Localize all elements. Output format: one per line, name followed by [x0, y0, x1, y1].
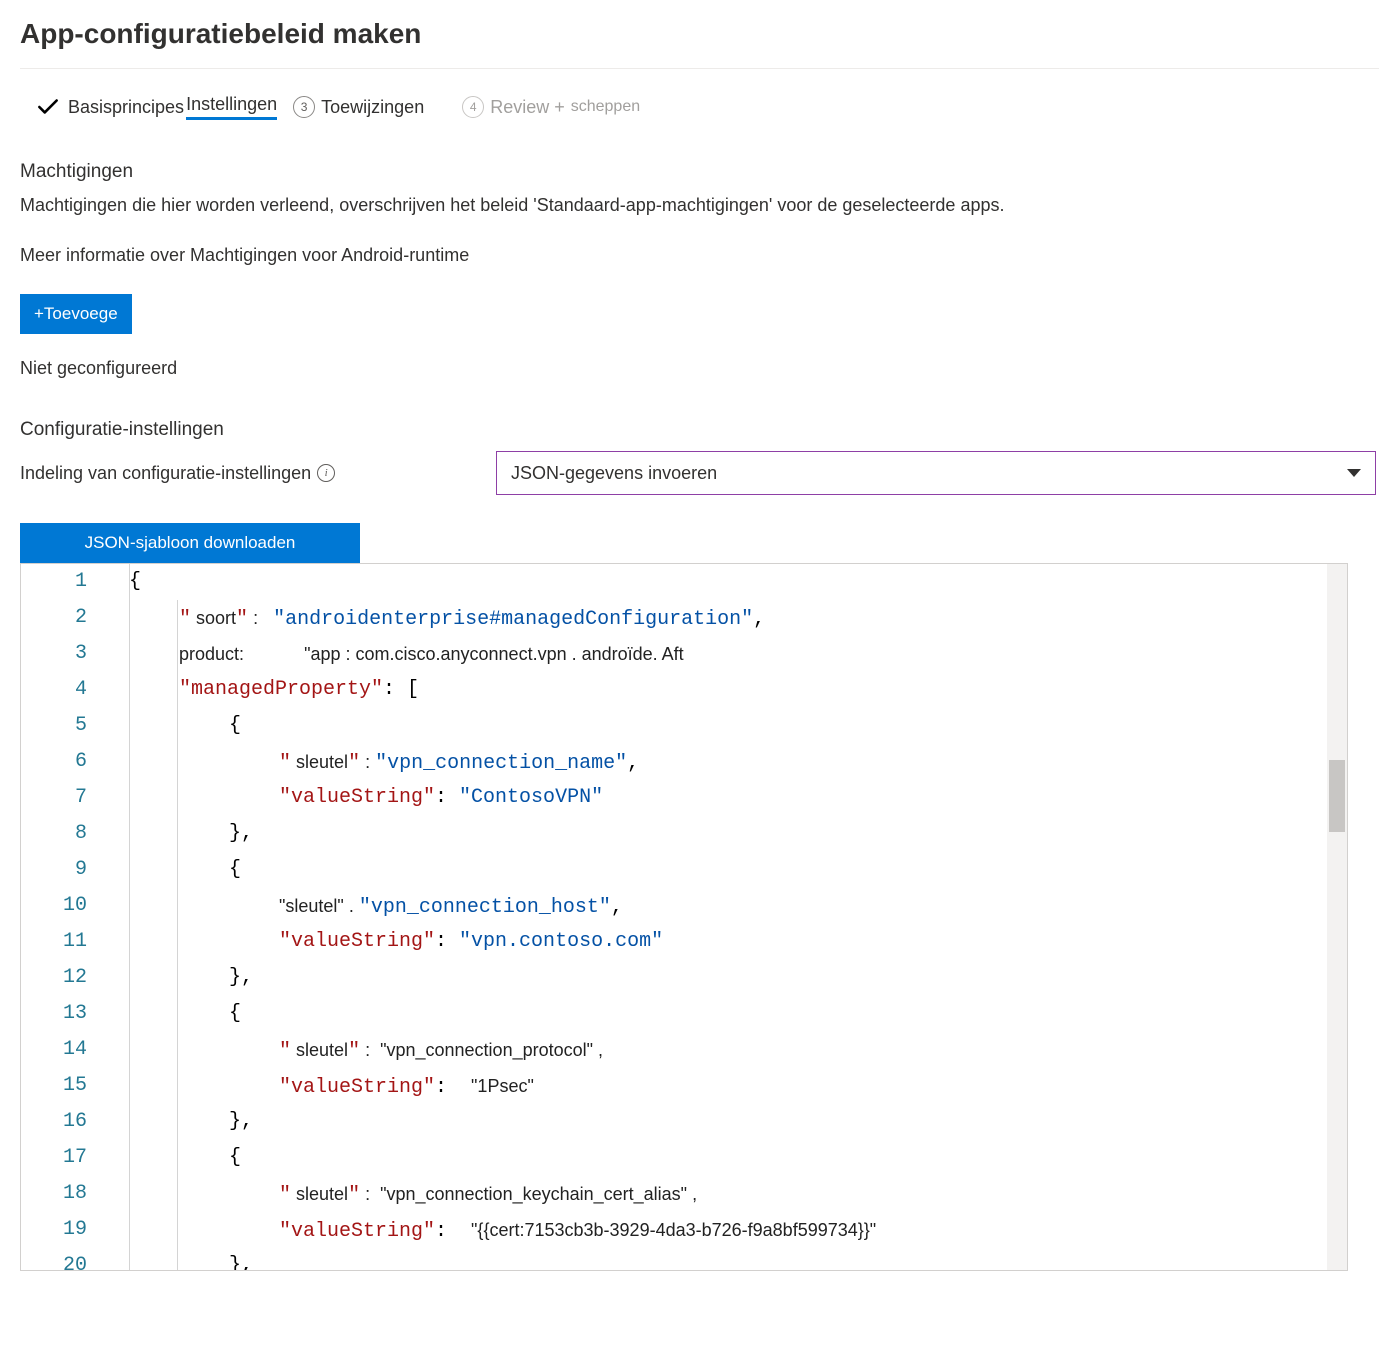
line-code[interactable]: " soort" : "androidenterprise#managedCon… [105, 600, 765, 636]
line-number: 20 [21, 1248, 105, 1271]
line-code[interactable]: }, [105, 1104, 253, 1140]
editor-line[interactable]: 10"sleutel" . "vpn_connection_host", [21, 888, 1347, 924]
editor-line[interactable]: 6" sleutel" : "vpn_connection_name", [21, 744, 1347, 780]
line-number: 6 [21, 744, 105, 780]
step-4-number-icon: 4 [462, 96, 484, 118]
line-code[interactable]: " sleutel" : "vpn_connection_protocol" , [105, 1032, 603, 1068]
editor-line[interactable]: 12}, [21, 960, 1347, 996]
line-number: 17 [21, 1140, 105, 1176]
editor-line[interactable]: 3product: "app : com.cisco.anyconnect.vp… [21, 636, 1347, 672]
step-review[interactable]: 4 Review + scheppen [460, 92, 642, 122]
editor-line[interactable]: 8}, [21, 816, 1347, 852]
line-code[interactable]: }, [105, 1248, 253, 1271]
add-button[interactable]: +Toevoege [20, 294, 132, 334]
step-basics[interactable]: Basisprincipes [32, 89, 186, 125]
editor-line[interactable]: 15"valueString": "1Psec" [21, 1068, 1347, 1104]
step-settings-label: Instellingen [186, 94, 277, 120]
step-review-label-b: scheppen [571, 98, 640, 116]
editor-line[interactable]: 9{ [21, 852, 1347, 888]
page-title: App-configuratiebeleid maken [20, 0, 1379, 68]
line-code[interactable]: " sleutel" : "vpn_connection_name", [105, 744, 639, 780]
editor-line[interactable]: 4"managedProperty": [ [21, 672, 1347, 708]
line-code[interactable]: "managedProperty": [ [105, 672, 419, 708]
line-number: 3 [21, 636, 105, 672]
editor-line[interactable]: 2" soort" : "androidenterprise#managedCo… [21, 600, 1347, 636]
line-code[interactable]: { [105, 708, 241, 744]
info-icon[interactable]: i [317, 464, 335, 482]
line-code[interactable]: }, [105, 960, 253, 996]
line-code[interactable]: { [105, 852, 241, 888]
step-settings[interactable]: Instellingen [184, 90, 279, 124]
editor-line[interactable]: 19"valueString": "{{cert:7153cb3b-3929-4… [21, 1212, 1347, 1248]
step-review-label-a: Review + [490, 97, 565, 118]
line-number: 19 [21, 1212, 105, 1248]
editor-line[interactable]: 18" sleutel" : "vpn_connection_keychain_… [21, 1176, 1347, 1212]
line-code[interactable]: product: "app : com.cisco.anyconnect.vpn… [105, 636, 684, 672]
scrollbar-track[interactable] [1327, 564, 1347, 1270]
line-code[interactable]: { [105, 996, 241, 1032]
line-number: 8 [21, 816, 105, 852]
editor-line[interactable]: 1{ [21, 564, 1347, 600]
editor-line[interactable]: 16}, [21, 1104, 1347, 1140]
line-number: 2 [21, 600, 105, 636]
line-code[interactable]: }, [105, 816, 253, 852]
config-format-label: Indeling van configuratie-instellingen [20, 463, 311, 484]
download-json-template-button[interactable]: JSON-sjabloon downloaden [20, 523, 360, 563]
line-number: 5 [21, 708, 105, 744]
line-number: 7 [21, 780, 105, 816]
config-format-select[interactable]: JSON-gegevens invoeren [496, 451, 1376, 495]
line-number: 14 [21, 1032, 105, 1068]
line-code[interactable]: "valueString": "1Psec" [105, 1068, 534, 1104]
not-configured-text: Niet geconfigureerd [20, 358, 1379, 379]
line-number: 4 [21, 672, 105, 708]
editor-line[interactable]: 14" sleutel" : "vpn_connection_protocol"… [21, 1032, 1347, 1068]
editor-line[interactable]: 11"valueString": "vpn.contoso.com" [21, 924, 1347, 960]
line-code[interactable]: "sleutel" . "vpn_connection_host", [105, 888, 623, 924]
line-number: 15 [21, 1068, 105, 1104]
check-icon [34, 93, 62, 121]
line-number: 18 [21, 1176, 105, 1212]
editor-line[interactable]: 20}, [21, 1248, 1347, 1271]
json-editor[interactable]: 1{2" soort" : "androidenterprise#managed… [20, 563, 1348, 1271]
editor-line[interactable]: 5{ [21, 708, 1347, 744]
line-code[interactable]: "valueString": "vpn.contoso.com" [105, 924, 663, 960]
line-code[interactable]: { [105, 1140, 241, 1176]
scrollbar-thumb[interactable] [1329, 760, 1345, 832]
divider [20, 68, 1379, 69]
wizard-steps: Basisprincipes Instellingen 3 Toewijzing… [20, 83, 1379, 135]
chevron-down-icon [1347, 469, 1361, 477]
step-assignments[interactable]: 3 Toewijzingen [291, 92, 426, 122]
line-number: 9 [21, 852, 105, 888]
line-number: 16 [21, 1104, 105, 1140]
editor-line[interactable]: 17{ [21, 1140, 1347, 1176]
line-code[interactable]: { [105, 564, 141, 600]
line-number: 13 [21, 996, 105, 1032]
step-3-number-icon: 3 [293, 96, 315, 118]
config-title: Configuratie-instellingen [20, 419, 1379, 441]
permissions-text: Machtigingen die hier worden verleend, o… [20, 193, 1379, 217]
permissions-link[interactable]: Meer informatie over Machtigingen voor A… [20, 245, 1379, 266]
permissions-title: Machtigingen [20, 161, 1379, 183]
select-value: JSON-gegevens invoeren [511, 463, 717, 484]
line-number: 10 [21, 888, 105, 924]
line-code[interactable]: "valueString": "{{cert:7153cb3b-3929-4da… [105, 1212, 876, 1248]
editor-line[interactable]: 13{ [21, 996, 1347, 1032]
line-number: 12 [21, 960, 105, 996]
line-code[interactable]: " sleutel" : "vpn_connection_keychain_ce… [105, 1176, 697, 1212]
line-code[interactable]: "valueString": "ContosoVPN" [105, 780, 603, 816]
step-assignments-label: Toewijzingen [321, 97, 424, 118]
line-number: 1 [21, 564, 105, 600]
line-number: 11 [21, 924, 105, 960]
editor-line[interactable]: 7"valueString": "ContosoVPN" [21, 780, 1347, 816]
step-basics-label: Basisprincipes [68, 97, 184, 118]
